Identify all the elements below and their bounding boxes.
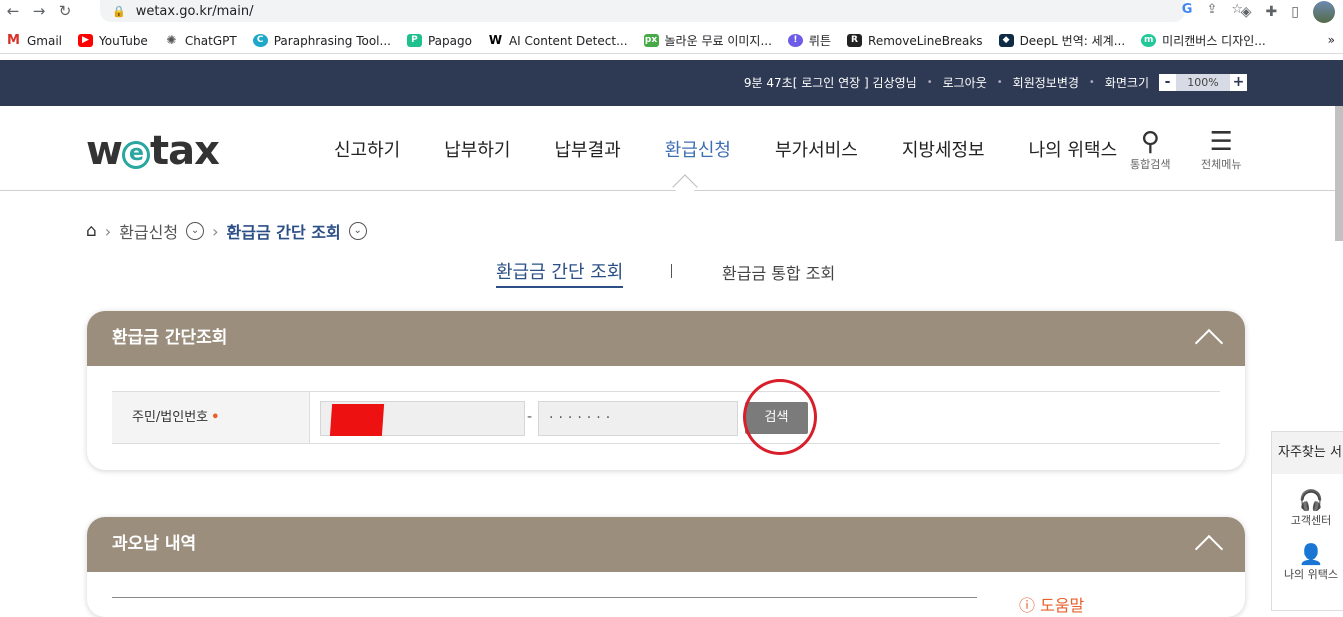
id-number-label: 주민/법인번호 • (112, 392, 310, 443)
quick-item-my-wetax[interactable]: 👤 나의 위택스 (1272, 542, 1343, 582)
zoom-in-button[interactable]: + (1230, 74, 1247, 91)
id-number-front-input[interactable] (320, 401, 525, 436)
bookmark-wrtn[interactable]: ! 뤼튼 (787, 32, 831, 49)
menu-item-pay-result[interactable]: 납부결과 (555, 136, 621, 162)
google-icon[interactable]: G (1182, 2, 1193, 17)
chevron-down-icon[interactable]: ⌄ (348, 222, 367, 240)
forward-icon[interactable]: → (26, 2, 52, 20)
search-icon: ⚲ (1140, 127, 1160, 157)
id-number-back-input[interactable]: ······· (538, 401, 738, 436)
bookmark-ai-detect[interactable]: W AI Content Detect... (487, 33, 628, 48)
headset-icon: 🎧 (1298, 488, 1324, 512)
menu-item-report[interactable]: 신고하기 (334, 136, 400, 162)
bookmark-gmail[interactable]: M Gmail (6, 34, 62, 48)
bookmarks-bar: M Gmail ▶ YouTube ✺ ChatGPT C Paraphrasing T… (0, 28, 1343, 54)
hamburger-icon: ☰ (1209, 127, 1233, 157)
panel-header[interactable]: 환급금 간단조회 (87, 311, 1245, 366)
ai-detect-icon: W (487, 33, 503, 47)
wrtn-icon: ! (787, 34, 803, 47)
youtube-icon: ▶ (78, 34, 94, 47)
bookmark-chatgpt[interactable]: ✺ ChatGPT (163, 34, 237, 48)
search-button[interactable]: 검색 (745, 402, 808, 434)
pixabay-icon: px (643, 34, 659, 47)
papago-icon: P (406, 34, 422, 47)
wetax-logo[interactable]: w e tax (86, 128, 220, 174)
tab-simple-refund[interactable]: 환급금 간단 조회 (496, 258, 624, 288)
page-scrollbar[interactable] (1335, 106, 1343, 241)
bookmark-youtube[interactable]: ▶ YouTube (78, 34, 148, 48)
bookmark-deepl[interactable]: ◆ DeepL 번역: 세계... (998, 32, 1125, 49)
bookmark-paraphrasing[interactable]: C Paraphrasing Tool... (252, 34, 391, 48)
back-icon[interactable]: ← (0, 2, 26, 20)
zoom-value: 100% (1176, 74, 1230, 91)
search-button[interactable]: ⚲ 통합검색 (1130, 128, 1170, 172)
url-text: wetax.go.kr/main/ (135, 3, 254, 19)
main-navigation: w e tax 신고하기 납부하기 납부결과 환급신청 부가서비스 지방세정보 나의… (0, 106, 1343, 200)
menu-item-my-wetax[interactable]: 나의 위택스 (1029, 136, 1118, 162)
bookmarks-more-icon[interactable]: » (1328, 33, 1335, 47)
sidebar-icon[interactable]: ▯ (1291, 4, 1299, 20)
bookmark-pixabay[interactable]: px 놀라운 무료 이미지... (643, 32, 772, 49)
help-link[interactable]: ⓘ 도움말 (1019, 592, 1084, 616)
extension-icon[interactable]: ◈ (1241, 4, 1252, 20)
breadcrumb-level1[interactable]: 환급신청 (119, 219, 178, 243)
redaction-mark (329, 404, 385, 436)
panel-header[interactable]: 과오납 내역 (87, 517, 1245, 572)
paraphrasing-icon: C (252, 34, 268, 47)
zoom-control: - 100% + (1159, 74, 1247, 91)
breadcrumb: ⌂ › 환급신청 ⌄ › 환급금 간단 조회 ⌄ (86, 219, 367, 243)
reload-icon[interactable]: ↻ (52, 2, 78, 20)
tab-integrated-refund[interactable]: 환급금 통합 조회 (722, 260, 835, 284)
bookmark-miricanvas[interactable]: m 미리캔버스 디자인... (1141, 32, 1266, 49)
address-bar[interactable]: 🔒 wetax.go.kr/main/ (100, 0, 1185, 22)
member-edit-link[interactable]: 회원정보변경 (1013, 74, 1079, 91)
user-icon: 👤 (1298, 542, 1324, 566)
share-icon[interactable]: ⇪ (1206, 2, 1217, 17)
puzzle-icon[interactable]: ✚ (1266, 4, 1278, 20)
extension-area: ◈ ✚ ▯ (1241, 1, 1335, 23)
chevron-down-icon[interactable]: ⌄ (186, 222, 205, 240)
removelinebreaks-icon: R (847, 34, 863, 47)
menu-item-extra[interactable]: 부가서비스 (775, 136, 858, 162)
breadcrumb-level2[interactable]: 환급금 간단 조회 (227, 219, 341, 243)
bookmark-removelinebreaks[interactable]: R RemoveLineBreaks (847, 34, 983, 48)
menu-item-tax-info[interactable]: 지방세정보 (902, 136, 985, 162)
home-icon[interactable]: ⌂ (86, 221, 97, 241)
help-icon: ⓘ (1019, 596, 1036, 615)
panel-title: 과오납 내역 (112, 534, 197, 554)
session-timer[interactable]: 9분 47초[ 로그인 연장 ] 김상영님 (744, 74, 917, 91)
menu-item-refund[interactable]: 환급신청 (665, 136, 731, 162)
screen-size-label: 화면크기 (1104, 76, 1149, 90)
miricanvas-icon: m (1141, 34, 1157, 47)
logout-link[interactable]: 로그아웃 (943, 74, 987, 91)
chevron-up-icon[interactable] (1194, 534, 1224, 564)
bookmark-papago[interactable]: P Papago (406, 34, 472, 48)
id-number-row: 주민/법인번호 • - ······· 검색 (112, 391, 1220, 444)
active-menu-caret (672, 174, 698, 200)
deepl-icon: ◆ (998, 34, 1014, 47)
quick-menu: 자주찾는 서비스 🎧 고객센터 👤 나의 위택스 (1271, 431, 1343, 611)
all-menu-button[interactable]: ☰ 전체메뉴 (1201, 128, 1241, 172)
quick-menu-title: 자주찾는 서비스 (1272, 432, 1343, 474)
menu-item-pay[interactable]: 납부하기 (444, 136, 510, 162)
utility-bar: 9분 47초[ 로그인 연장 ] 김상영님 • 로그아웃 • 회원정보변경 • … (0, 60, 1343, 106)
gmail-icon: M (6, 33, 21, 48)
simple-refund-panel: 환급금 간단조회 주민/법인번호 • - ······· 검색 (87, 311, 1245, 470)
menu-list: 신고하기 납부하기 납부결과 환급신청 부가서비스 지방세정보 나의 위택스 (334, 136, 1161, 162)
table-top-border (112, 597, 977, 598)
address-bar-actions: G ⇪ ☆ (1182, 2, 1243, 17)
panel-title: 환급금 간단조회 (112, 328, 228, 348)
avatar[interactable] (1313, 1, 1335, 23)
zoom-out-button[interactable]: - (1159, 74, 1176, 91)
lock-icon: 🔒 (112, 4, 126, 18)
chevron-up-icon[interactable] (1194, 328, 1224, 358)
quick-item-customer-center[interactable]: 🎧 고객센터 (1272, 488, 1343, 528)
chatgpt-icon: ✺ (163, 34, 179, 47)
